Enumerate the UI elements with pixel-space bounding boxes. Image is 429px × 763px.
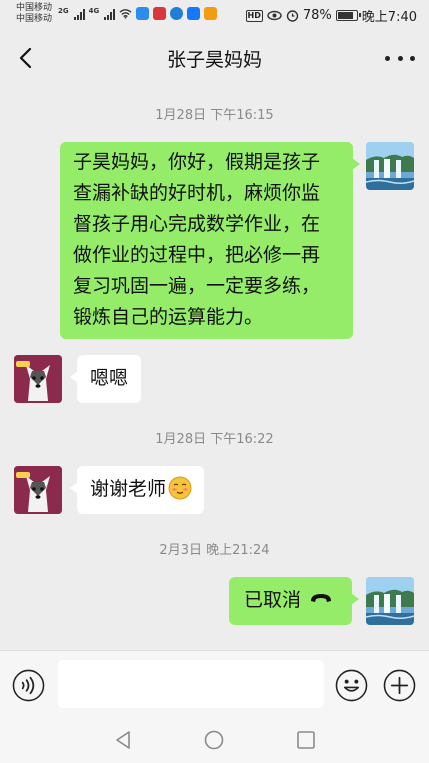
- message-bubble-received[interactable]: 嗯嗯: [69, 355, 142, 403]
- signal-group: 2G 4G: [58, 7, 218, 20]
- message-input[interactable]: [58, 660, 324, 708]
- status-bar: 中国移动 中国移动 2G 4G HD 78% 晚上7:40: [0, 0, 429, 30]
- alarm-icon: [286, 10, 299, 22]
- clock: 晚上7:40: [361, 10, 417, 25]
- network-type-sim2: 4G: [88, 7, 100, 15]
- message-text: 嗯嗯: [90, 367, 129, 389]
- timestamp: 2月3日 晚上21:24: [159, 543, 270, 558]
- hd-voice-icon: HD: [245, 9, 263, 22]
- call-status-text: 已取消: [244, 589, 302, 611]
- video-app-icon: [204, 7, 218, 20]
- carrier-labels: 中国移动 中国移动: [16, 3, 52, 25]
- call-record-bubble[interactable]: 已取消: [229, 577, 359, 625]
- battery-percent: 78%: [302, 8, 332, 23]
- alipay-app-icon: [187, 7, 201, 20]
- more-functions-button[interactable]: [383, 669, 416, 702]
- waterfall-avatar-image: [366, 577, 414, 625]
- husky-avatar-image: [14, 466, 62, 514]
- signal-bars-icon: [73, 8, 85, 20]
- nav-recents-icon[interactable]: [295, 729, 317, 751]
- message-bubble-received[interactable]: 谢谢老师: [69, 466, 205, 514]
- input-bar: [0, 650, 429, 718]
- message-app-icon: [136, 7, 150, 20]
- message-line: 做作业的过程中，把必修一再: [73, 244, 321, 266]
- husky-avatar-image: [14, 355, 62, 403]
- wifi-icon: [119, 9, 132, 19]
- nav-home-icon[interactable]: [203, 729, 225, 751]
- message-line: 督孩子用心完成数学作业，在: [73, 213, 321, 235]
- waterfall-avatar-image: [366, 142, 414, 190]
- message-line: 查漏补缺的好时机，麻烦你监: [73, 182, 321, 204]
- smiling-blush-emoji: [168, 476, 192, 500]
- contact-avatar[interactable]: [14, 355, 62, 403]
- chat-title: 张子昊妈妈: [166, 49, 262, 71]
- message-line: 锻炼自己的运算能力。: [73, 306, 264, 328]
- network-type-sim1: 2G: [58, 7, 69, 15]
- message-line: 复习巩固一遍，一定要多练，: [73, 275, 321, 297]
- message-text: 谢谢老师: [90, 478, 167, 500]
- signal-bars-icon: [104, 8, 116, 20]
- more-options-button[interactable]: [385, 48, 415, 68]
- carrier-label-sim2: 中国移动: [16, 14, 53, 24]
- contact-avatar[interactable]: [14, 466, 62, 514]
- phone-hangup-icon: [311, 594, 332, 602]
- more-dot-icon: [410, 55, 415, 61]
- system-nav-bar: [0, 718, 429, 763]
- eye-comfort-icon: [267, 10, 282, 21]
- carrier-label-sim1: 中国移动: [16, 3, 53, 13]
- more-dot-icon: [385, 55, 390, 61]
- message-line: 子昊妈妈，你好，假期是孩子: [73, 151, 321, 173]
- mail-app-icon: [153, 7, 167, 20]
- status-right: HD 78% 晚上7:40: [245, 6, 417, 25]
- more-dot-icon: [397, 55, 403, 61]
- emoji-button[interactable]: [335, 669, 368, 702]
- voice-input-button[interactable]: [12, 669, 45, 702]
- nav-back-icon[interactable]: [112, 729, 134, 751]
- my-avatar[interactable]: [366, 142, 414, 190]
- message-bubble-sent[interactable]: 子昊妈妈，你好，假期是孩子 查漏补缺的好时机，麻烦你监 督孩子用心完成数学作业，…: [60, 142, 360, 339]
- chat-header: 张子昊妈妈: [0, 30, 429, 86]
- timestamp: 1月28日 下午16:15: [155, 108, 274, 123]
- timestamp: 1月28日 下午16:22: [155, 432, 274, 447]
- browser-app-icon: [170, 7, 184, 20]
- battery-icon: [335, 10, 361, 21]
- my-avatar[interactable]: [366, 577, 414, 625]
